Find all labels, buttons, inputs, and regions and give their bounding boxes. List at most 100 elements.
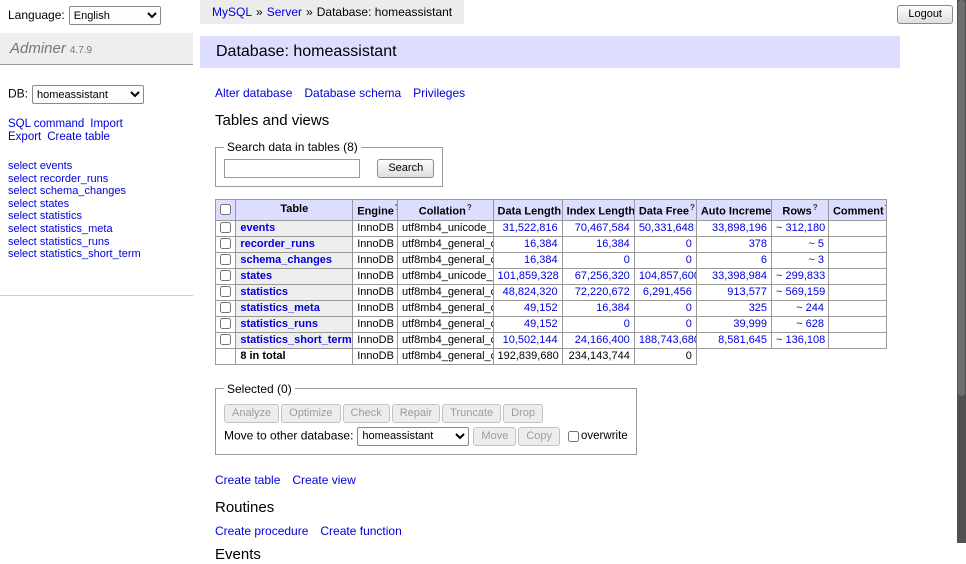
- data-length-link[interactable]: 16,384: [524, 254, 558, 266]
- sql-command-link[interactable]: SQL command: [8, 118, 84, 130]
- table-link-events[interactable]: events: [40, 160, 72, 172]
- table-structure-link-recorder_runs[interactable]: recorder_runs: [240, 238, 315, 250]
- auto-increment-link[interactable]: 378: [749, 238, 767, 250]
- index-length-link[interactable]: 16,384: [596, 302, 630, 314]
- data-free-link[interactable]: 0: [686, 318, 692, 330]
- table-link-statistics_runs[interactable]: statistics_runs: [40, 236, 110, 248]
- index-length-link[interactable]: 24,166,400: [575, 334, 630, 346]
- select-link-recorder_runs[interactable]: select: [8, 173, 37, 185]
- rows-count-link[interactable]: ~ 569,159: [776, 286, 825, 298]
- search-input[interactable]: [224, 159, 360, 178]
- row-checkbox-statistics_short_term[interactable]: [220, 334, 231, 345]
- move-button[interactable]: Move: [473, 427, 516, 446]
- table-structure-link-statistics_short_term[interactable]: statistics_short_term: [240, 334, 351, 346]
- row-checkbox-statistics[interactable]: [220, 286, 231, 297]
- row-checkbox-statistics_meta[interactable]: [220, 302, 231, 313]
- check-button[interactable]: Check: [343, 404, 390, 423]
- table-structure-link-schema_changes[interactable]: schema_changes: [240, 254, 332, 266]
- database-schema-link[interactable]: Database schema: [304, 86, 401, 100]
- logout-button[interactable]: Logout: [897, 5, 953, 24]
- rows-count-link[interactable]: ~ 628: [796, 318, 824, 330]
- adminer-logo-link[interactable]: Adminer: [10, 40, 66, 57]
- table-link-statistics_short_term[interactable]: statistics_short_term: [40, 248, 141, 260]
- analyze-button[interactable]: Analyze: [224, 404, 279, 423]
- export-link[interactable]: Export: [8, 131, 41, 143]
- data-length-link[interactable]: 31,522,816: [503, 222, 558, 234]
- copy-button[interactable]: Copy: [518, 427, 560, 446]
- index-length-link[interactable]: 67,256,320: [575, 270, 630, 282]
- db-select[interactable]: homeassistant: [32, 85, 144, 104]
- select-link-statistics[interactable]: select: [8, 210, 37, 222]
- data-length-link[interactable]: 48,824,320: [503, 286, 558, 298]
- data-length-link[interactable]: 16,384: [524, 238, 558, 250]
- create-table-link[interactable]: Create table: [215, 473, 280, 487]
- index-length-link[interactable]: 72,220,672: [575, 286, 630, 298]
- table-structure-link-states[interactable]: states: [240, 270, 272, 282]
- help-icon[interactable]: ?: [885, 203, 887, 212]
- data-length-link[interactable]: 49,152: [524, 302, 558, 314]
- rows-count-link[interactable]: ~ 299,833: [776, 270, 825, 282]
- data-free-link[interactable]: 6,291,456: [643, 286, 692, 298]
- rows-count-link[interactable]: ~ 3: [808, 254, 824, 266]
- breadcrumb-mysql-link[interactable]: MySQL: [212, 5, 252, 19]
- scrollbar-thumb[interactable]: [958, 0, 965, 396]
- truncate-button[interactable]: Truncate: [442, 404, 501, 423]
- auto-increment-link[interactable]: 33,898,196: [712, 222, 767, 234]
- move-database-select[interactable]: homeassistant: [357, 427, 469, 446]
- select-link-statistics_short_term[interactable]: select: [8, 248, 37, 260]
- rows-count-link[interactable]: ~ 312,180: [776, 222, 825, 234]
- data-length-link[interactable]: 49,152: [524, 318, 558, 330]
- alter-database-link[interactable]: Alter database: [215, 86, 292, 100]
- row-checkbox-schema_changes[interactable]: [220, 254, 231, 265]
- table-link-schema_changes[interactable]: schema_changes: [40, 185, 126, 197]
- index-length-link[interactable]: 0: [624, 318, 630, 330]
- help-icon[interactable]: ?: [467, 203, 472, 212]
- drop-button[interactable]: Drop: [503, 404, 543, 423]
- auto-increment-link[interactable]: 913,577: [727, 286, 767, 298]
- data-free-link[interactable]: 0: [686, 302, 692, 314]
- index-length-link[interactable]: 70,467,584: [575, 222, 630, 234]
- table-link-recorder_runs[interactable]: recorder_runs: [40, 173, 108, 185]
- create-procedure-link[interactable]: Create procedure: [215, 524, 308, 538]
- scrollbar[interactable]: [957, 0, 966, 543]
- select-link-states[interactable]: select: [8, 198, 37, 210]
- select-all-checkbox[interactable]: [220, 204, 231, 215]
- table-structure-link-statistics[interactable]: statistics: [240, 286, 288, 298]
- auto-increment-link[interactable]: 39,999: [733, 318, 767, 330]
- select-link-events[interactable]: select: [8, 160, 37, 172]
- data-length-link[interactable]: 101,859,328: [498, 270, 559, 282]
- import-link[interactable]: Import: [90, 118, 123, 130]
- language-select[interactable]: English: [69, 6, 161, 25]
- table-link-statistics_meta[interactable]: statistics_meta: [40, 223, 113, 235]
- table-structure-link-events[interactable]: events: [240, 222, 275, 234]
- table-link-states[interactable]: states: [40, 198, 69, 210]
- create-table-link-sidebar[interactable]: Create table: [47, 131, 110, 143]
- rows-count-link[interactable]: ~ 244: [796, 302, 824, 314]
- privileges-link[interactable]: Privileges: [413, 86, 465, 100]
- table-structure-link-statistics_meta[interactable]: statistics_meta: [240, 302, 320, 314]
- data-free-link[interactable]: 188,743,680: [639, 334, 697, 346]
- data-free-link[interactable]: 104,857,600: [639, 270, 697, 282]
- auto-increment-link[interactable]: 33,398,984: [712, 270, 767, 282]
- row-checkbox-recorder_runs[interactable]: [220, 238, 231, 249]
- row-checkbox-events[interactable]: [220, 222, 231, 233]
- help-icon[interactable]: ?: [690, 203, 695, 212]
- help-icon[interactable]: ?: [813, 203, 818, 212]
- data-free-link[interactable]: 0: [686, 254, 692, 266]
- table-structure-link-statistics_runs[interactable]: statistics_runs: [240, 318, 318, 330]
- repair-button[interactable]: Repair: [392, 404, 440, 423]
- search-button[interactable]: Search: [377, 159, 434, 178]
- rows-count-link[interactable]: ~ 5: [808, 238, 824, 250]
- select-link-statistics_meta[interactable]: select: [8, 223, 37, 235]
- auto-increment-link[interactable]: 325: [749, 302, 767, 314]
- table-link-statistics[interactable]: statistics: [40, 210, 82, 222]
- row-checkbox-states[interactable]: [220, 270, 231, 281]
- data-free-link[interactable]: 50,331,648: [639, 222, 694, 234]
- overwrite-checkbox[interactable]: [568, 431, 579, 442]
- data-length-link[interactable]: 10,502,144: [503, 334, 558, 346]
- data-free-link[interactable]: 0: [686, 238, 692, 250]
- index-length-link[interactable]: 0: [624, 254, 630, 266]
- auto-increment-link[interactable]: 8,581,645: [718, 334, 767, 346]
- breadcrumb-server-link[interactable]: Server: [267, 5, 302, 19]
- create-view-link[interactable]: Create view: [292, 473, 355, 487]
